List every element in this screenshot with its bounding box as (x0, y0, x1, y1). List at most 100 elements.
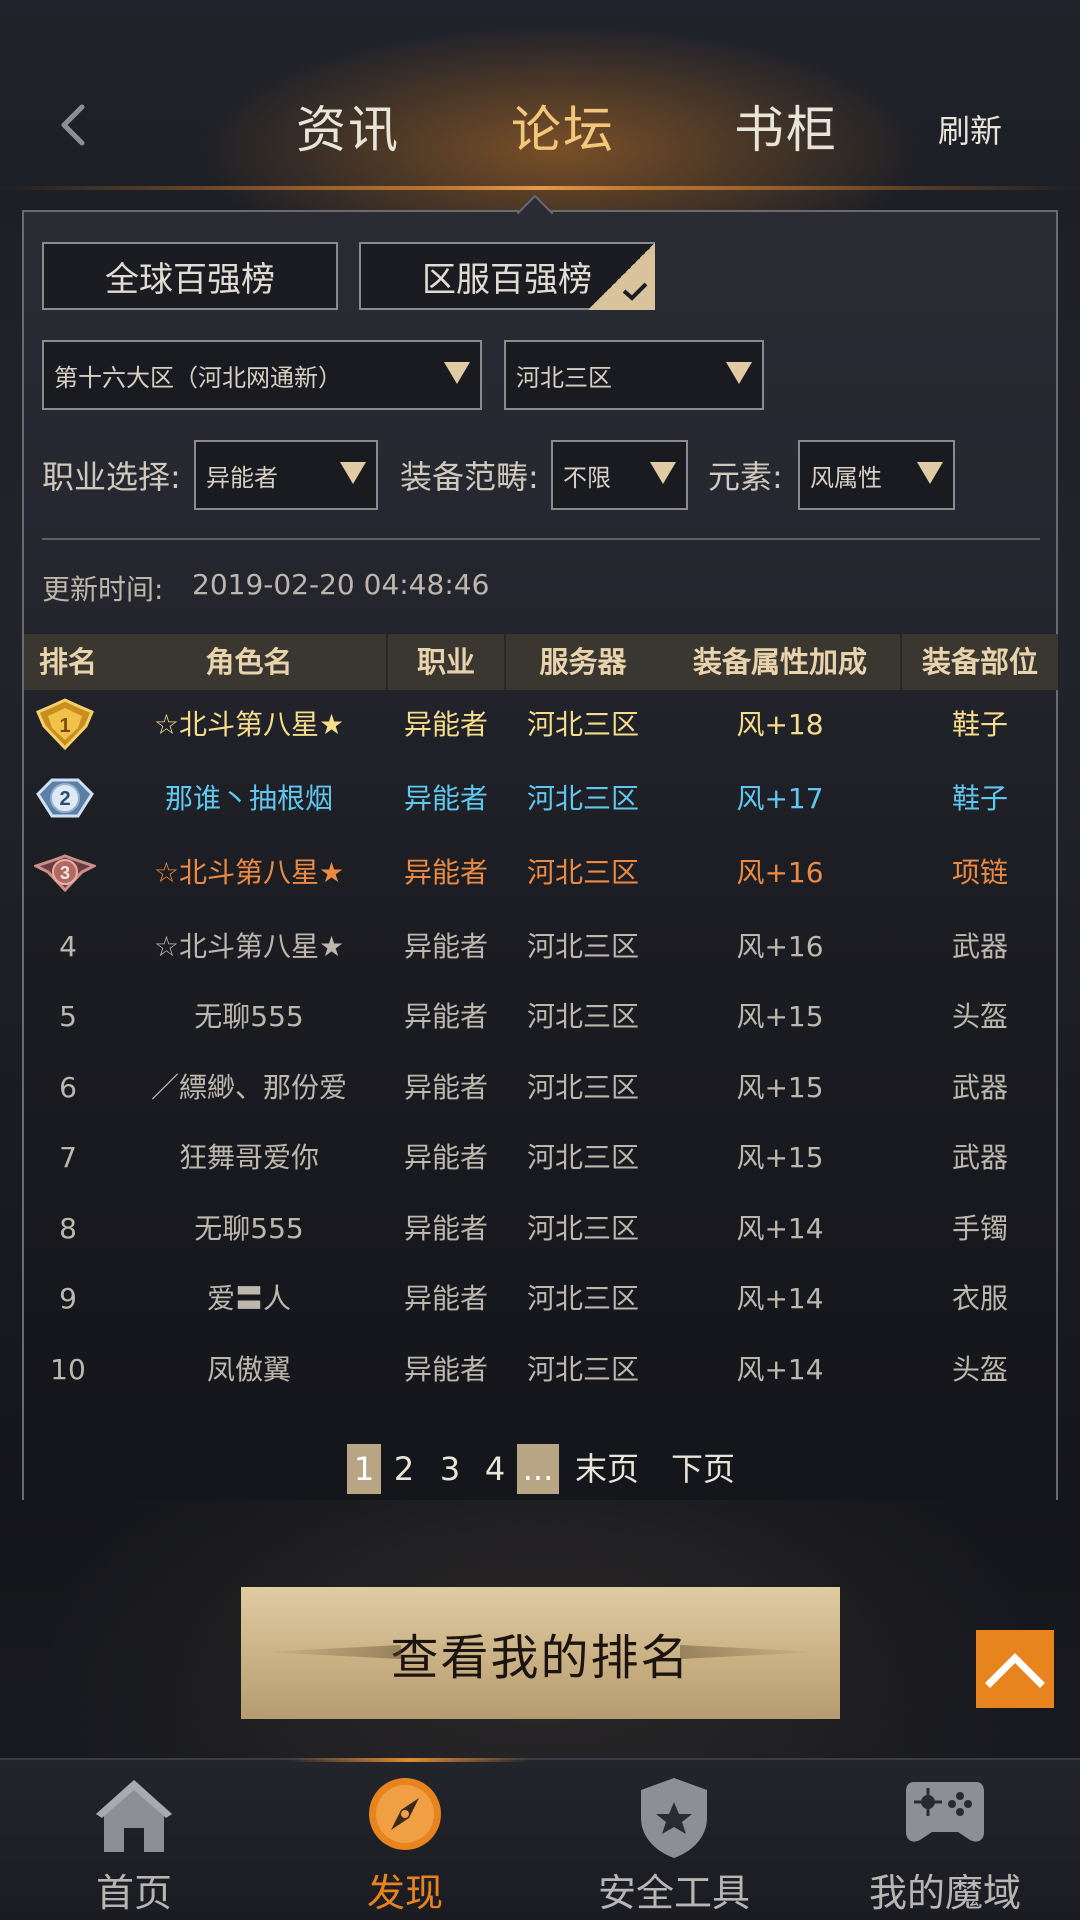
region-select-value: 第十六大区（河北网通新） (54, 363, 342, 392)
rank-number: 9 (59, 1282, 77, 1315)
rank-number: 7 (59, 1141, 77, 1174)
tab-bookshelf[interactable]: 书柜 (734, 90, 838, 162)
top-header: 资讯 论坛 书柜 刷新 (0, 0, 1080, 190)
back-button[interactable] (48, 95, 98, 155)
table-row[interactable]: 3 ☆北斗第八星★ 异能者 河北三区 风+16 项链 (24, 838, 1058, 908)
table-row[interactable]: 5 无聊555 异能者 河北三区 风+15 头盔 (24, 982, 1058, 1052)
page-ellipsis[interactable]: ... (517, 1444, 559, 1494)
player-server: 河北三区 (526, 1071, 639, 1104)
global-top100-label: 全球百强榜 (105, 259, 275, 300)
element-select[interactable]: 风属性 (798, 440, 955, 510)
equip-bonus: 风+16 (736, 856, 824, 889)
player-job: 异能者 (403, 930, 488, 963)
update-time-value: 2019-02-20 04:48:46 (192, 568, 490, 601)
table-row[interactable]: 10 凤傲翼 异能者 河北三区 风+14 头盔 (24, 1335, 1058, 1405)
table-row[interactable]: 9 爱〓人 异能者 河北三区 风+14 衣服 (24, 1264, 1058, 1334)
equip-bonus: 风+14 (736, 1353, 824, 1386)
next-page-button[interactable]: 下页 (666, 1444, 740, 1494)
player-server: 河北三区 (526, 1212, 639, 1245)
shield-star-icon (641, 1778, 707, 1858)
nav-discover[interactable]: 发现 (305, 1760, 505, 1920)
col-slot: 装备部位 (921, 645, 1038, 679)
nav-security-tools[interactable]: 安全工具 (574, 1760, 774, 1920)
equip-bonus: 风+15 (736, 1000, 824, 1033)
server-top100-button[interactable]: 区服百强榜 (359, 242, 655, 310)
svg-text:2: 2 (59, 788, 70, 810)
equip-bonus: 风+15 (736, 1141, 824, 1174)
player-name: 那谁丶抽根烟 (164, 782, 333, 815)
player-job: 异能者 (403, 1000, 488, 1033)
equip-slot: 头盔 (951, 1000, 1008, 1033)
table-row[interactable]: 4 ☆北斗第八星★ 异能者 河北三区 风+16 武器 (24, 912, 1058, 982)
table-row[interactable]: 1 ☆北斗第八星★ 异能者 河北三区 风+18 鞋子 (24, 690, 1058, 760)
page-1-button[interactable]: 1 (347, 1444, 381, 1494)
equip-select-value: 不限 (563, 463, 611, 492)
update-time-label: 更新时间: (42, 573, 164, 606)
equip-bonus: 风+18 (736, 708, 824, 741)
player-job: 异能者 (403, 708, 488, 741)
button-ornament-right (680, 1645, 820, 1659)
table-row[interactable]: 6 ／縹緲、那份爱 异能者 河北三区 风+15 武器 (24, 1053, 1058, 1123)
col-bonus: 装备属性加成 (692, 645, 867, 679)
chevron-up-icon (985, 1653, 1045, 1688)
dropdown-arrow-icon (917, 462, 943, 484)
view-my-rank-button[interactable]: 查看我的排名 (241, 1587, 840, 1719)
col-server: 服务器 (539, 645, 627, 679)
nav-security-tools-label: 安全工具 (597, 1871, 750, 1915)
col-name: 角色名 (205, 645, 293, 679)
equip-select[interactable]: 不限 (551, 440, 688, 510)
player-name: ☆北斗第八星★ (153, 930, 345, 963)
job-select-value: 异能者 (206, 463, 278, 492)
equip-slot: 鞋子 (951, 782, 1008, 815)
rank-number: 8 (59, 1212, 77, 1245)
filter-divider (42, 538, 1040, 540)
player-name: ☆北斗第八星★ (153, 856, 345, 889)
server-select[interactable]: 河北三区 (504, 340, 764, 410)
table-row[interactable]: 8 无聊555 异能者 河北三区 风+14 手镯 (24, 1194, 1058, 1264)
last-page-button[interactable]: 末页 (570, 1444, 644, 1494)
player-name: ☆北斗第八星★ (153, 708, 345, 741)
tab-forum[interactable]: 论坛 (511, 90, 615, 162)
compass-icon (369, 1778, 441, 1850)
table-row[interactable]: 2 那谁丶抽根烟 异能者 河北三区 风+17 鞋子 (24, 764, 1058, 834)
player-name: 狂舞哥爱你 (178, 1141, 319, 1174)
equip-bonus: 风+14 (736, 1212, 824, 1245)
rank-number: 5 (59, 1000, 77, 1033)
player-job: 异能者 (403, 1212, 488, 1245)
selected-corner (589, 242, 655, 310)
player-server: 河北三区 (526, 1353, 639, 1386)
page-3-button[interactable]: 3 (434, 1444, 466, 1494)
nav-my-account[interactable]: 我的魔域 (845, 1760, 1045, 1920)
gamepad-icon (906, 1782, 984, 1842)
bronze-medal-icon: 3 (34, 854, 96, 893)
table-header: 排名 角色名 职业 服务器 装备属性加成 装备部位 (24, 634, 1058, 690)
silver-medal-icon: 2 (36, 778, 94, 818)
equip-slot: 头盔 (951, 1353, 1008, 1386)
player-server: 河北三区 (526, 1000, 639, 1033)
svg-text:1: 1 (59, 715, 70, 737)
player-job: 异能者 (403, 1141, 488, 1174)
player-job: 异能者 (403, 1071, 488, 1104)
rank-number: 4 (59, 930, 77, 963)
equip-slot: 鞋子 (951, 708, 1008, 741)
pagination: 1 2 3 4 ... 末页 下页 (0, 1444, 1080, 1494)
player-job: 异能者 (403, 856, 488, 889)
element-label: 元素: (708, 458, 783, 496)
player-name: 爱〓人 (206, 1282, 291, 1315)
back-to-top-button[interactable] (976, 1630, 1054, 1708)
region-select[interactable]: 第十六大区（河北网通新） (42, 340, 482, 410)
equip-slot: 手镯 (951, 1212, 1008, 1245)
page-2-button[interactable]: 2 (388, 1444, 420, 1494)
global-top100-button[interactable]: 全球百强榜 (42, 242, 338, 310)
button-ornament-left (261, 1645, 401, 1659)
tab-news[interactable]: 资讯 (296, 90, 400, 162)
page-4-button[interactable]: 4 (479, 1444, 511, 1494)
player-job: 异能者 (403, 1353, 488, 1386)
table-row[interactable]: 7 狂舞哥爱你 异能者 河北三区 风+15 武器 (24, 1123, 1058, 1193)
nav-home[interactable]: 首页 (34, 1760, 234, 1920)
player-job: 异能者 (403, 1282, 488, 1315)
refresh-button[interactable]: 刷新 (938, 106, 1002, 152)
equip-bonus: 风+17 (736, 782, 824, 815)
bottom-navigation: 首页 发现 安全工具 我的魔域 (0, 1758, 1080, 1920)
job-select[interactable]: 异能者 (194, 440, 378, 510)
